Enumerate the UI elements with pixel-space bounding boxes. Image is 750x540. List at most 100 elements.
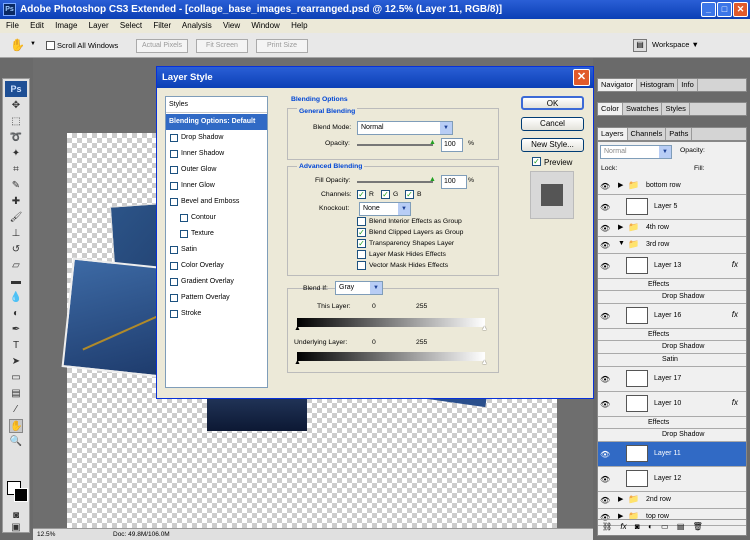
add-style-icon[interactable]: fx [620, 522, 626, 531]
visibility-eye-icon[interactable]: 👁 [600, 450, 610, 460]
layer-row[interactable]: 👁 ▼ 📁 3rd row [598, 237, 746, 254]
crop-tool-icon[interactable]: ⌗ [9, 163, 23, 177]
channel-b-checkbox[interactable]: ✓ [405, 190, 414, 199]
pen-tool-icon[interactable]: ✒ [9, 323, 23, 337]
this-layer-gradient[interactable] [297, 318, 485, 327]
layer-row[interactable]: Drop Shadow [598, 291, 746, 304]
tab-navigator[interactable]: Navigator [598, 79, 638, 91]
styles-header[interactable]: Styles [166, 97, 267, 113]
new-layer-icon[interactable]: ▤ [677, 522, 685, 531]
knockout-select[interactable]: None ▼ [359, 202, 411, 216]
visibility-eye-icon[interactable]: 👁 [600, 375, 610, 385]
style-checkbox[interactable] [170, 150, 178, 158]
layer-row[interactable]: 👁 ▶ 📁 4th row [598, 220, 746, 237]
style-item[interactable]: Inner Shadow [166, 146, 267, 162]
blur-tool-icon[interactable]: 💧 [9, 291, 23, 305]
channel-r-checkbox[interactable]: ✓ [357, 190, 366, 199]
style-checkbox[interactable] [170, 262, 178, 270]
style-checkbox[interactable] [170, 310, 178, 318]
cancel-button[interactable]: Cancel [521, 117, 584, 131]
layer-effects-icon[interactable]: fx [732, 260, 738, 269]
advanced-option-checkbox[interactable] [357, 217, 366, 226]
fill-opacity-input[interactable]: 100 [441, 175, 467, 189]
clone-stamp-icon[interactable]: ⊥ [9, 227, 23, 241]
lasso-tool-icon[interactable]: ➰ [9, 131, 23, 145]
gradient-tool-icon[interactable]: ▬ [9, 275, 23, 289]
background-color-swatch[interactable] [14, 488, 28, 502]
style-item[interactable]: Outer Glow [166, 162, 267, 178]
preview-checkbox[interactable]: ✓ [532, 157, 541, 166]
menu-filter[interactable]: Filter [153, 21, 171, 30]
magic-wand-icon[interactable]: ✦ [9, 147, 23, 161]
layer-effects-icon[interactable]: fx [732, 398, 738, 407]
layer-row[interactable]: 👁 ▶ 📁 bottom row [598, 178, 746, 195]
visibility-eye-icon[interactable]: 👁 [600, 312, 610, 322]
layer-row[interactable]: Drop Shadow [598, 429, 746, 442]
style-checkbox[interactable] [180, 214, 188, 222]
layer-row[interactable]: Effects [598, 417, 746, 429]
dodge-tool-icon[interactable]: ◐ [9, 307, 23, 321]
notes-tool-icon[interactable]: ▤ [9, 387, 23, 401]
zoom-level[interactable]: 12.5% [37, 531, 55, 538]
scroll-all-windows-checkbox[interactable] [46, 41, 55, 50]
advanced-option-checkbox[interactable] [357, 261, 366, 270]
slider-thumb-icon[interactable]: ▲ [481, 359, 488, 366]
visibility-eye-icon[interactable]: 👁 [600, 400, 610, 410]
close-button[interactable]: ✕ [733, 2, 748, 17]
style-checkbox[interactable] [170, 166, 178, 174]
style-checkbox[interactable] [170, 198, 178, 206]
chevron-down-icon[interactable]: ▼ [30, 41, 36, 47]
slider-thumb-icon[interactable]: ▲ [481, 325, 488, 332]
underlying-layer-gradient[interactable] [297, 352, 485, 361]
style-item[interactable]: Pattern Overlay [166, 290, 267, 306]
type-tool-icon[interactable]: T [9, 339, 23, 353]
path-selection-icon[interactable]: ➤ [9, 355, 23, 369]
link-layers-icon[interactable]: ⛓ [602, 522, 612, 531]
tab-histogram[interactable]: Histogram [637, 79, 679, 91]
style-item[interactable]: Inner Glow [166, 178, 267, 194]
visibility-eye-icon[interactable]: 👁 [600, 224, 610, 234]
style-item[interactable]: Gradient Overlay [166, 274, 267, 290]
tab-color[interactable]: Color [598, 103, 623, 115]
tab-styles[interactable]: Styles [662, 103, 690, 115]
ok-button[interactable]: OK [521, 96, 584, 110]
tab-channels[interactable]: Channels [628, 128, 667, 140]
menu-analysis[interactable]: Analysis [182, 21, 212, 30]
slider-thumb-icon[interactable]: ▲ [429, 176, 436, 183]
visibility-eye-icon[interactable]: 👁 [600, 262, 610, 272]
style-checkbox[interactable] [170, 182, 178, 190]
advanced-option-checkbox[interactable]: ✓ [357, 239, 366, 248]
fill-opacity-slider[interactable] [357, 181, 433, 183]
channel-g-checkbox[interactable]: ✓ [381, 190, 390, 199]
style-item[interactable]: Bevel and Emboss [166, 194, 267, 210]
eyedropper-3d-icon[interactable]: ⁄ [9, 403, 23, 417]
bridge-icon[interactable]: ▤ [633, 39, 647, 52]
style-checkbox[interactable] [180, 230, 188, 238]
slider-thumb-icon[interactable]: ▲ [294, 359, 301, 366]
fit-screen-button[interactable]: Fit Screen [196, 39, 248, 53]
healing-brush-icon[interactable]: ✚ [9, 195, 23, 209]
style-checkbox[interactable] [170, 294, 178, 302]
layer-blend-mode-select[interactable]: Normal ▼ [600, 145, 672, 159]
actual-pixels-button[interactable]: Actual Pixels [136, 39, 188, 53]
layer-row[interactable]: 👁 ▶ 📁 2nd row [598, 492, 746, 509]
expand-arrow-icon[interactable]: ▶ [618, 223, 623, 231]
layer-row[interactable]: Effects [598, 329, 746, 341]
layer-effects-icon[interactable]: fx [732, 310, 738, 319]
tab-layers[interactable]: Layers [598, 128, 628, 140]
tab-paths[interactable]: Paths [666, 128, 693, 140]
brush-tool-icon[interactable]: 🖌 [9, 211, 23, 225]
tab-info[interactable]: Info [678, 79, 698, 91]
advanced-option-checkbox[interactable] [357, 250, 366, 259]
dialog-close-button[interactable]: ✕ [573, 69, 590, 86]
menu-view[interactable]: View [223, 21, 240, 30]
opacity-input[interactable]: 100 [441, 138, 463, 152]
style-item[interactable]: Blending Options: Default [166, 114, 267, 130]
advanced-option-checkbox[interactable]: ✓ [357, 228, 366, 237]
visibility-eye-icon[interactable]: 👁 [600, 203, 610, 213]
visibility-eye-icon[interactable]: 👁 [600, 182, 610, 192]
layer-row[interactable]: 👁 Layer 17 [598, 367, 746, 392]
expand-arrow-icon[interactable]: ▶ [618, 181, 623, 189]
new-group-icon[interactable]: ▭ [661, 522, 669, 531]
history-brush-icon[interactable]: ↺ [9, 243, 23, 257]
